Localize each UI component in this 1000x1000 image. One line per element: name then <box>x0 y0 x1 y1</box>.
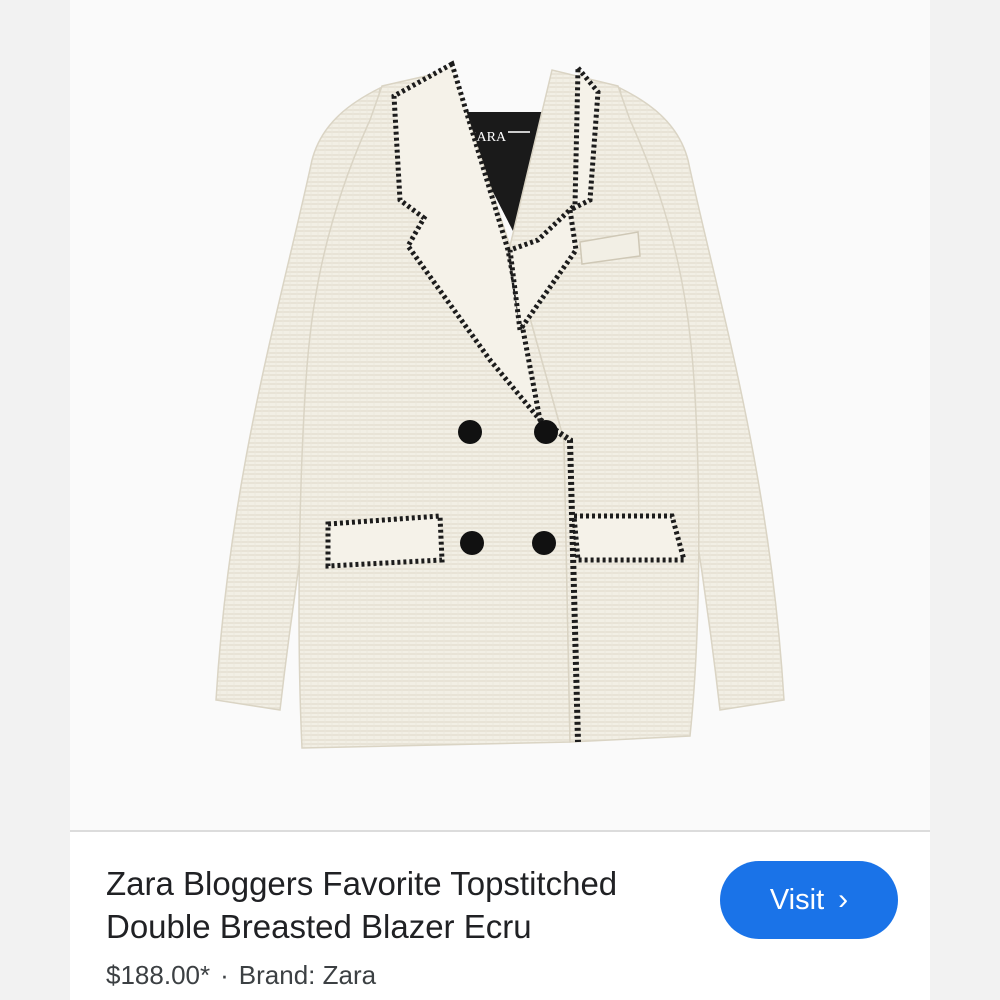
right-pocket-flap <box>571 513 688 563</box>
left-pocket-flap <box>325 513 445 569</box>
right-margin <box>930 0 1000 1000</box>
button-bottom-right <box>532 531 556 555</box>
visit-button-label: Visit <box>769 883 825 916</box>
label-small-tag <box>508 131 530 133</box>
button-top-right <box>534 420 558 444</box>
blazer-illustration: ZARA <box>215 60 785 749</box>
product-info-card: Zara Bloggers Favorite Topstitched Doubl… <box>70 832 930 1000</box>
left-margin <box>0 0 70 1000</box>
button-bottom-left <box>460 531 484 555</box>
product-price: $188.00* <box>106 960 211 990</box>
product-title[interactable]: Zara Bloggers Favorite Topstitched Doubl… <box>106 862 696 948</box>
meta-separator: · <box>220 960 229 990</box>
product-meta: $188.00* · Brand: Zara <box>106 958 376 992</box>
button-top-left <box>458 420 482 444</box>
product-brand: Brand: Zara <box>238 960 377 990</box>
visit-button[interactable]: Visit › <box>720 861 898 939</box>
product-image[interactable]: ZARA <box>70 0 930 830</box>
chevron-right-icon: › <box>838 883 849 916</box>
